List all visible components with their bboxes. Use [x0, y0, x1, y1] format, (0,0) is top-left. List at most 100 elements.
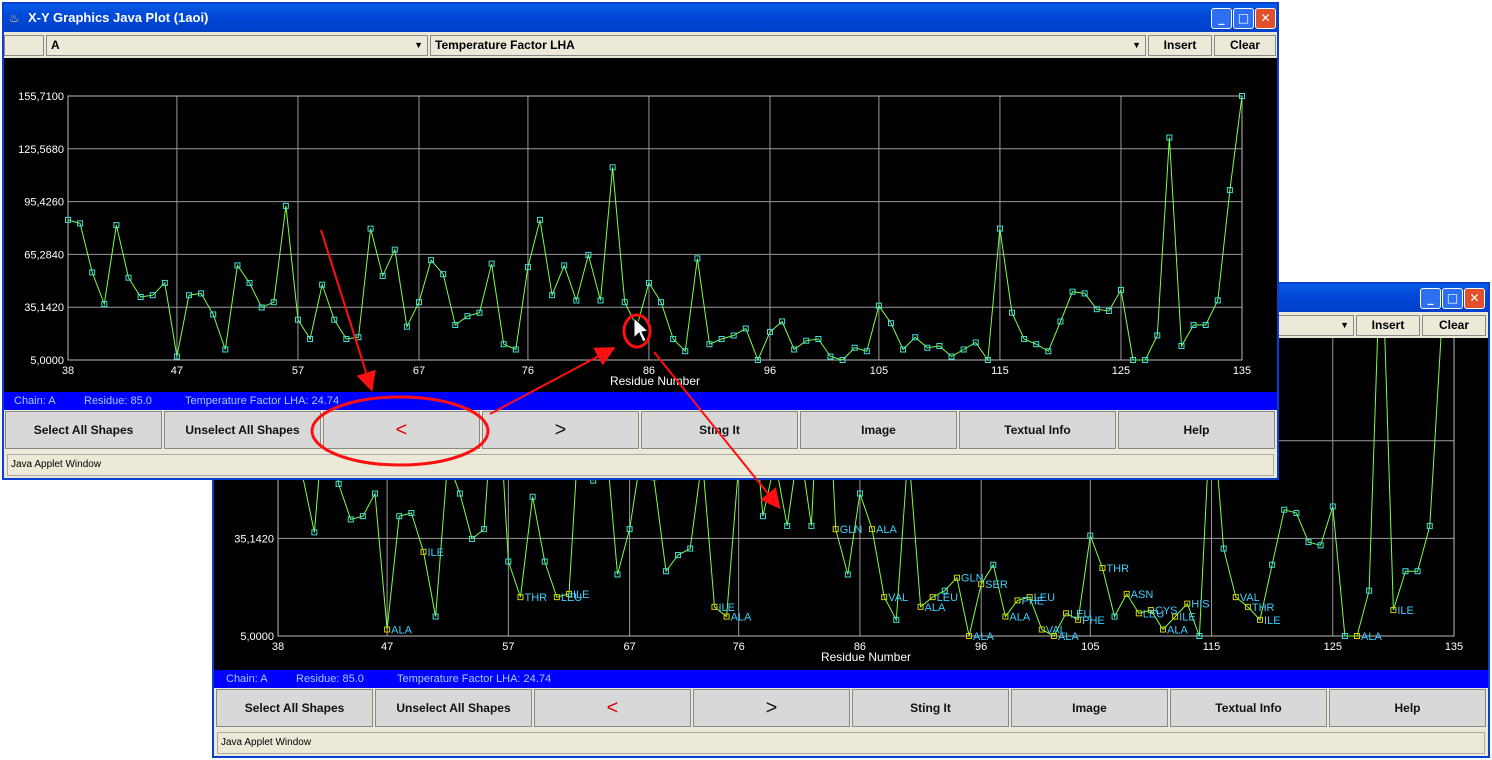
applet-window-front: ♨ X-Y Graphics Java Plot (1aoi) _ □ ✕ A ▼… [2, 2, 1279, 480]
y-tick-label: 65,2840 [24, 249, 64, 261]
residue-label: ALA [1167, 625, 1188, 637]
next-button[interactable]: > [482, 411, 639, 449]
residue-label: ALA [1009, 612, 1030, 624]
image-button[interactable]: Image [1011, 689, 1168, 727]
y-tick-label: 5,0000 [30, 355, 64, 367]
residue-label: ALA [731, 612, 752, 624]
property-select[interactable]: ▼ [1274, 315, 1354, 336]
x-tick-label: 47 [171, 365, 183, 377]
residue-label: GLN [840, 524, 863, 536]
x-tick-label: 125 [1112, 365, 1130, 377]
residue-label: ILE [427, 547, 444, 559]
sting-it-button[interactable]: Sting It [641, 411, 798, 449]
x-tick-label: 105 [1081, 641, 1099, 653]
dropdown-arrow-icon: ▼ [414, 40, 423, 50]
select-all-shapes-button[interactable]: Select All Shapes [5, 411, 162, 449]
status-residue: Residue: 85.0 [296, 673, 364, 685]
residue-label: VAL [888, 592, 908, 604]
x-tick-label: 76 [733, 641, 745, 653]
plot-area[interactable]: 5,0000 35,1420 65,2840 95,4260 125,5680 155,7… [4, 58, 1277, 392]
residue-label: CYS [1155, 605, 1178, 617]
unselect-all-shapes-button[interactable]: Unselect All Shapes [375, 689, 532, 727]
x-tick-label: 47 [381, 641, 393, 653]
x-axis-label: Residue Number [821, 650, 911, 664]
status-chain: Chain: A [14, 395, 56, 407]
x-tick-label: 38 [62, 365, 74, 377]
status-residue: Residue: 85.0 [84, 395, 152, 407]
x-tick-label: 76 [522, 365, 534, 377]
residue-label: ALA [1361, 631, 1382, 643]
y-tick-label: 125,5680 [18, 144, 64, 156]
x-tick-label: 115 [1203, 641, 1221, 653]
y-tick-label: 155,7100 [18, 91, 64, 103]
x-tick-label: 57 [292, 365, 304, 377]
y-tick-label: 35,1420 [24, 302, 64, 314]
property-select-value: Temperature Factor LHA [435, 38, 575, 52]
residue-label: LEU [1034, 592, 1055, 604]
residue-label: THR [1106, 563, 1129, 575]
property-select[interactable]: Temperature Factor LHA ▼ [430, 35, 1146, 56]
textual-info-button[interactable]: Textual Info [1170, 689, 1327, 727]
x-tick-label: 105 [870, 365, 888, 377]
applet-footer: Java Applet Window [7, 454, 1274, 476]
window-title: X-Y Graphics Java Plot (1aoi) [28, 10, 209, 25]
sting-it-button[interactable]: Sting It [852, 689, 1009, 727]
x-tick-label: 135 [1445, 641, 1463, 653]
residue-label: ILE [1264, 615, 1281, 627]
button-row: Select All Shapes Unselect All Shapes < … [4, 410, 1277, 450]
x-tick-label: 135 [1233, 365, 1251, 377]
status-bar: Chain: A Residue: 85.0 Temperature Facto… [4, 392, 1277, 410]
y-tick-label: 5,0000 [240, 631, 274, 643]
clear-button[interactable]: Clear [1214, 35, 1276, 56]
residue-label: THR [524, 592, 547, 604]
status-value: Temperature Factor LHA: 24.74 [185, 395, 340, 407]
status-chain: Chain: A [226, 673, 268, 685]
residue-label: ILE [573, 589, 590, 601]
residue-label: ILE [1179, 612, 1196, 624]
previous-button[interactable]: < [323, 411, 480, 449]
x-axis-label: Residue Number [610, 374, 700, 388]
close-icon[interactable]: ✕ [1464, 288, 1485, 309]
chain-select[interactable]: A ▼ [46, 35, 428, 56]
y-tick-label: 35,1420 [234, 533, 274, 545]
minimize-icon[interactable]: _ [1420, 288, 1441, 309]
residue-label: LEU [937, 592, 958, 604]
help-button[interactable]: Help [1329, 689, 1486, 727]
data-series-line [67, 95, 1243, 362]
maximize-icon[interactable]: □ [1442, 288, 1463, 309]
insert-button[interactable]: Insert [1148, 35, 1212, 56]
java-cup-icon: ♨ [9, 11, 20, 25]
residue-label: SER [985, 579, 1008, 591]
close-icon[interactable]: ✕ [1255, 8, 1276, 29]
help-button[interactable]: Help [1118, 411, 1275, 449]
insert-button[interactable]: Insert [1356, 315, 1420, 336]
toolbar: A ▼ Temperature Factor LHA ▼ Insert Clear [4, 32, 1277, 58]
dropdown-arrow-icon: ▼ [1132, 40, 1141, 50]
residue-label: ALA [973, 631, 994, 643]
unselect-all-shapes-button[interactable]: Unselect All Shapes [164, 411, 321, 449]
plot-frame [67, 95, 1243, 361]
title-bar[interactable]: ♨ X-Y Graphics Java Plot (1aoi) _ □ ✕ [4, 4, 1277, 32]
x-tick-label: 115 [991, 365, 1009, 377]
line-chart[interactable]: 5,0000 35,1420 65,2840 95,4260 125,5680 155,7… [4, 58, 1277, 392]
x-tick-label: 125 [1324, 641, 1342, 653]
previous-button[interactable]: < [534, 689, 691, 727]
x-tick-label: 38 [272, 641, 284, 653]
textual-info-button[interactable]: Textual Info [959, 411, 1116, 449]
residue-label: GLN [961, 573, 984, 585]
x-tick-label: 96 [764, 365, 776, 377]
residue-label: PHE [1082, 615, 1105, 627]
button-row: Select All Shapes Unselect All Shapes < … [214, 688, 1488, 728]
image-button[interactable]: Image [800, 411, 957, 449]
status-bar: Chain: A Residue: 85.0 Temperature Facto… [214, 670, 1488, 688]
x-tick-label: 67 [623, 641, 635, 653]
applet-footer: Java Applet Window [217, 732, 1485, 754]
next-button[interactable]: > [693, 689, 850, 727]
residue-label: ASN [1131, 589, 1154, 601]
minimize-icon[interactable]: _ [1211, 8, 1232, 29]
clear-button[interactable]: Clear [1422, 315, 1486, 336]
select-all-shapes-button[interactable]: Select All Shapes [216, 689, 373, 727]
maximize-icon[interactable]: □ [1233, 8, 1254, 29]
residue-label: HIS [1191, 599, 1209, 611]
dropdown-arrow-icon: ▼ [1340, 320, 1349, 330]
